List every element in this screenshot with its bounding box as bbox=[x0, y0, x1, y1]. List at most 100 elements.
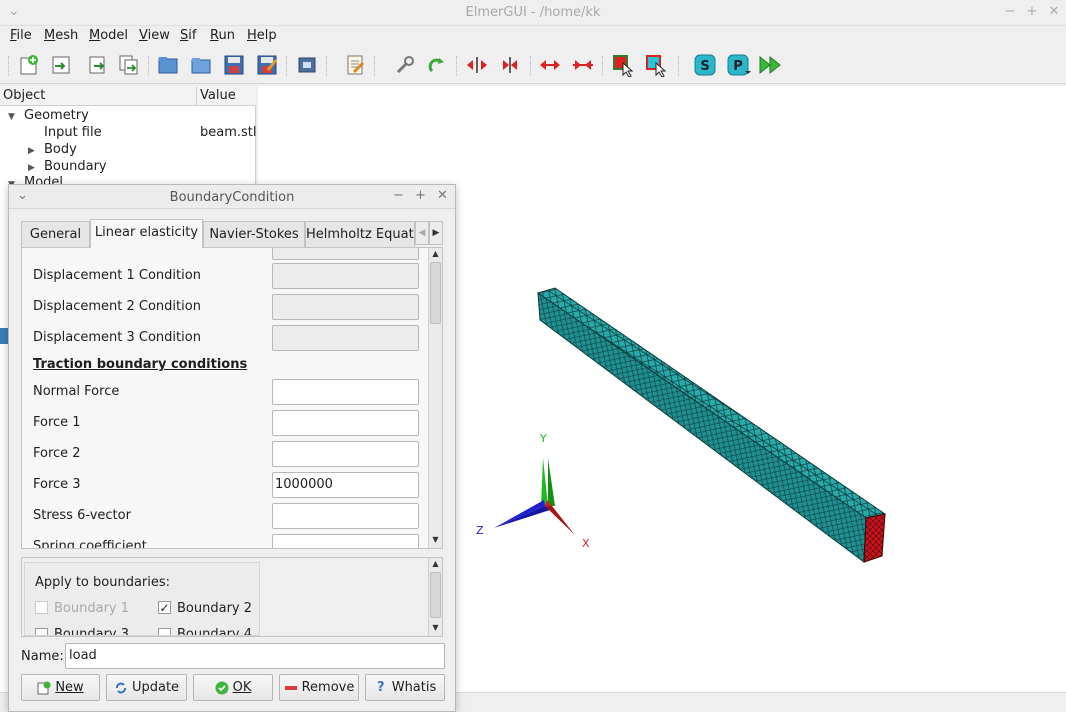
force-2-field[interactable] bbox=[272, 441, 419, 467]
new-button[interactable]: New bbox=[21, 674, 100, 701]
whatis-button[interactable]: ? Whatis bbox=[365, 674, 445, 701]
boundaries-scrollbar[interactable]: ▲ ▼ bbox=[428, 558, 442, 636]
panel-scrollbar[interactable]: ▲ ▼ bbox=[428, 248, 442, 548]
label-spring-coefficient: Spring coefficient bbox=[33, 539, 147, 548]
scrollbar-thumb[interactable] bbox=[430, 572, 441, 618]
boundary-4-label[interactable]: Boundary 4 bbox=[177, 627, 252, 635]
tree-item-input-file[interactable]: Input file bbox=[44, 125, 102, 140]
folder-icon[interactable] bbox=[188, 52, 214, 78]
unify-edge-icon[interactable] bbox=[570, 52, 596, 78]
scroll-down-icon[interactable]: ▼ bbox=[429, 535, 442, 547]
menu-sif[interactable]: Sif bbox=[180, 28, 196, 43]
menu-help[interactable]: Help bbox=[247, 28, 277, 43]
new-button-label: New bbox=[55, 680, 84, 695]
collapse-arrow-icon[interactable]: ▶ bbox=[28, 163, 35, 173]
load-mesh-icon[interactable] bbox=[84, 52, 110, 78]
displacement-3-condition-field bbox=[272, 325, 419, 351]
label-force-3: Force 3 bbox=[33, 477, 81, 492]
load-project-icon[interactable] bbox=[116, 52, 142, 78]
save-as-icon[interactable] bbox=[254, 52, 280, 78]
expand-arrow-icon[interactable]: ▼ bbox=[8, 112, 15, 122]
divide-edge-icon[interactable] bbox=[537, 52, 563, 78]
toolbar-separator bbox=[456, 56, 457, 76]
axis-y-label: Y bbox=[539, 432, 547, 445]
force-1-field[interactable] bbox=[272, 410, 419, 436]
scrollbar-thumb[interactable] bbox=[430, 262, 441, 324]
beam-mesh[interactable] bbox=[536, 287, 887, 563]
panel-content: Displacement 1 Condition Displacement 2 … bbox=[22, 248, 428, 548]
name-input[interactable]: load bbox=[65, 643, 445, 669]
menu-model[interactable]: Model bbox=[89, 28, 128, 43]
stress-6-vector-field[interactable] bbox=[272, 503, 419, 529]
orientation-axes: Y Z X bbox=[476, 432, 590, 550]
force-3-field[interactable]: 1000000 bbox=[272, 472, 419, 498]
ok-button[interactable]: OK bbox=[193, 674, 273, 701]
tab-general[interactable]: General bbox=[21, 221, 90, 247]
tab-helmholtz[interactable]: Helmholtz Equati bbox=[305, 221, 415, 247]
label-displacement-2-condition: Displacement 2 Condition bbox=[33, 299, 201, 314]
menu-view[interactable]: View bbox=[139, 28, 170, 43]
tab-linear-elasticity[interactable]: Linear elasticity bbox=[90, 219, 203, 248]
boundary-3-checkbox[interactable] bbox=[35, 628, 48, 635]
column-value[interactable]: Value bbox=[196, 86, 236, 106]
toolbar-separator bbox=[286, 56, 287, 76]
minus-icon bbox=[284, 681, 298, 695]
toolbar-separator bbox=[602, 56, 603, 76]
divide-surface-icon[interactable] bbox=[464, 52, 490, 78]
remove-button[interactable]: Remove bbox=[279, 674, 359, 701]
minimize-icon[interactable]: − bbox=[1002, 4, 1018, 20]
close-icon[interactable]: ✕ bbox=[1046, 4, 1062, 20]
boundary-2-checkbox[interactable]: ✓ bbox=[158, 601, 171, 614]
tab-navier-stokes[interactable]: Navier-Stokes bbox=[203, 221, 305, 247]
scroll-up-icon[interactable]: ▲ bbox=[429, 249, 442, 261]
label-displacement-3-condition: Displacement 3 Condition bbox=[33, 330, 201, 345]
unify-surface-icon[interactable] bbox=[497, 52, 523, 78]
update-button[interactable]: Update bbox=[106, 674, 187, 701]
question-icon: ? bbox=[376, 680, 385, 695]
select-edge-icon[interactable] bbox=[643, 52, 669, 78]
select-surface-icon[interactable] bbox=[610, 52, 636, 78]
hidden-field[interactable] bbox=[272, 248, 419, 260]
checkmark-icon bbox=[215, 681, 229, 695]
new-icon[interactable] bbox=[16, 52, 42, 78]
dialog-minimize-icon[interactable]: − bbox=[393, 188, 404, 203]
selected-row-indicator bbox=[0, 328, 8, 344]
menu-file[interactable]: File bbox=[10, 28, 32, 43]
open-file-icon[interactable] bbox=[48, 52, 74, 78]
elmergui-window: ⌄ ElmerGUI - /home/kk − + ✕ File Mesh Mo… bbox=[0, 0, 1066, 712]
postprocessor-icon[interactable]: P bbox=[726, 52, 752, 78]
maximize-icon[interactable]: + bbox=[1024, 4, 1040, 20]
dialog-close-icon[interactable]: ✕ bbox=[437, 188, 448, 203]
scroll-down-icon[interactable]: ▼ bbox=[429, 623, 442, 635]
menu-mesh[interactable]: Mesh bbox=[44, 28, 78, 43]
run-all-icon[interactable] bbox=[758, 52, 784, 78]
folder-open-icon[interactable] bbox=[155, 52, 181, 78]
scroll-up-icon[interactable]: ▲ bbox=[429, 559, 442, 571]
toolbar-separator bbox=[148, 56, 149, 76]
collapse-arrow-icon[interactable]: ▶ bbox=[28, 146, 35, 156]
save-icon[interactable] bbox=[221, 52, 247, 78]
boundary-2-label[interactable]: Boundary 2 bbox=[177, 601, 252, 616]
start-solver-icon[interactable]: S bbox=[692, 52, 718, 78]
menu-run[interactable]: Run bbox=[210, 28, 235, 43]
tab-scroll-left-icon[interactable]: ◀ bbox=[415, 221, 429, 245]
tab-scroll-right-icon[interactable]: ▶ bbox=[429, 221, 443, 245]
toolbar-separator bbox=[678, 56, 679, 76]
toolbar-separator bbox=[326, 56, 327, 76]
tree-item-body[interactable]: Body bbox=[44, 142, 77, 157]
edit-sif-icon[interactable] bbox=[342, 52, 368, 78]
boundaries-panel: Apply to boundaries: Boundary 1 ✓ Bounda… bbox=[21, 557, 443, 637]
screenshot-icon[interactable] bbox=[294, 52, 320, 78]
boundary-3-label[interactable]: Boundary 3 bbox=[54, 627, 129, 635]
tree-item-geometry[interactable]: Geometry bbox=[24, 108, 89, 123]
dialog-maximize-icon[interactable]: + bbox=[415, 188, 426, 203]
tree-item-boundary[interactable]: Boundary bbox=[44, 159, 107, 174]
tree-header: Object Value bbox=[0, 86, 256, 106]
normal-force-field[interactable] bbox=[272, 379, 419, 405]
wrench-icon[interactable] bbox=[392, 52, 418, 78]
spring-coefficient-field[interactable] bbox=[272, 534, 419, 548]
redo-icon[interactable] bbox=[424, 52, 450, 78]
column-object[interactable]: Object bbox=[3, 88, 45, 103]
dialog-title: BoundaryCondition bbox=[169, 190, 295, 205]
boundary-4-checkbox[interactable] bbox=[158, 628, 171, 635]
